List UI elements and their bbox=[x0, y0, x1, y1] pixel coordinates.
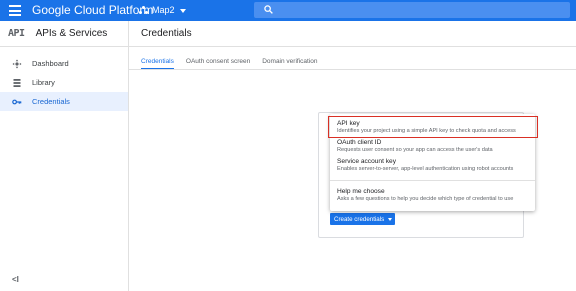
create-credentials-button[interactable]: Create credentials bbox=[330, 213, 395, 225]
sidebar-header: API APIs & Services bbox=[0, 21, 128, 47]
brand-title[interactable]: Google Cloud Platform bbox=[32, 3, 153, 18]
search-icon bbox=[264, 5, 273, 14]
hamburger-menu-icon[interactable] bbox=[9, 5, 21, 16]
sidebar-item-credentials[interactable]: Credentials bbox=[0, 92, 128, 111]
menu-item-oauth-client-id[interactable]: OAuth client ID Requests user consent so… bbox=[330, 139, 535, 154]
tab-divider bbox=[129, 69, 576, 70]
sidebar-item-label: Library bbox=[32, 78, 55, 87]
menu-item-service-account-key[interactable]: Service account key Enables server-to-se… bbox=[330, 158, 535, 173]
key-icon bbox=[12, 99, 22, 104]
chevron-down-icon bbox=[388, 217, 393, 221]
menu-item-title: OAuth client ID bbox=[337, 139, 382, 146]
page-header: Credentials bbox=[129, 21, 576, 47]
project-name: Map2 bbox=[152, 5, 175, 15]
sidebar-item-label: Dashboard bbox=[32, 59, 69, 68]
menu-item-description: Asks a few questions to help you decide … bbox=[337, 196, 514, 202]
project-selector[interactable]: Map2 bbox=[139, 3, 186, 18]
search-input[interactable] bbox=[254, 2, 570, 18]
menu-item-description: Identifies your project using a simple A… bbox=[337, 128, 516, 134]
library-icon bbox=[13, 78, 21, 87]
project-icon bbox=[139, 6, 148, 15]
dashboard-icon bbox=[12, 59, 22, 68]
chevron-down-icon bbox=[179, 8, 186, 13]
sidebar-title: APIs & Services bbox=[35, 28, 108, 39]
menu-item-title: API key bbox=[337, 120, 360, 127]
api-logo: API bbox=[8, 28, 25, 39]
menu-item-description: Requests user consent so your app can ac… bbox=[337, 147, 493, 153]
sidebar-item-dashboard[interactable]: Dashboard bbox=[0, 54, 128, 73]
menu-divider bbox=[330, 180, 535, 181]
top-app-bar: Google Cloud Platform Map2 bbox=[0, 0, 576, 21]
menu-item-title: Service account key bbox=[337, 158, 397, 165]
menu-item-api-key[interactable]: API key Identifies your project using a … bbox=[328, 116, 538, 138]
menu-item-title: Help me choose bbox=[337, 188, 385, 195]
menu-item-description: Enables server-to-server, app-level auth… bbox=[337, 166, 514, 172]
collapse-sidebar-button[interactable]: <I bbox=[12, 275, 19, 284]
sidebar: API APIs & Services Dashboard Library Cr… bbox=[0, 21, 129, 291]
create-credentials-label: Create credentials bbox=[334, 215, 385, 223]
create-credentials-menu: API key Identifies your project using a … bbox=[328, 114, 538, 211]
sidebar-item-library[interactable]: Library bbox=[0, 73, 128, 92]
page-title: Credentials bbox=[141, 28, 192, 39]
sidebar-item-label: Credentials bbox=[32, 97, 70, 106]
menu-item-help-me-choose[interactable]: Help me choose Asks a few questions to h… bbox=[330, 188, 535, 203]
